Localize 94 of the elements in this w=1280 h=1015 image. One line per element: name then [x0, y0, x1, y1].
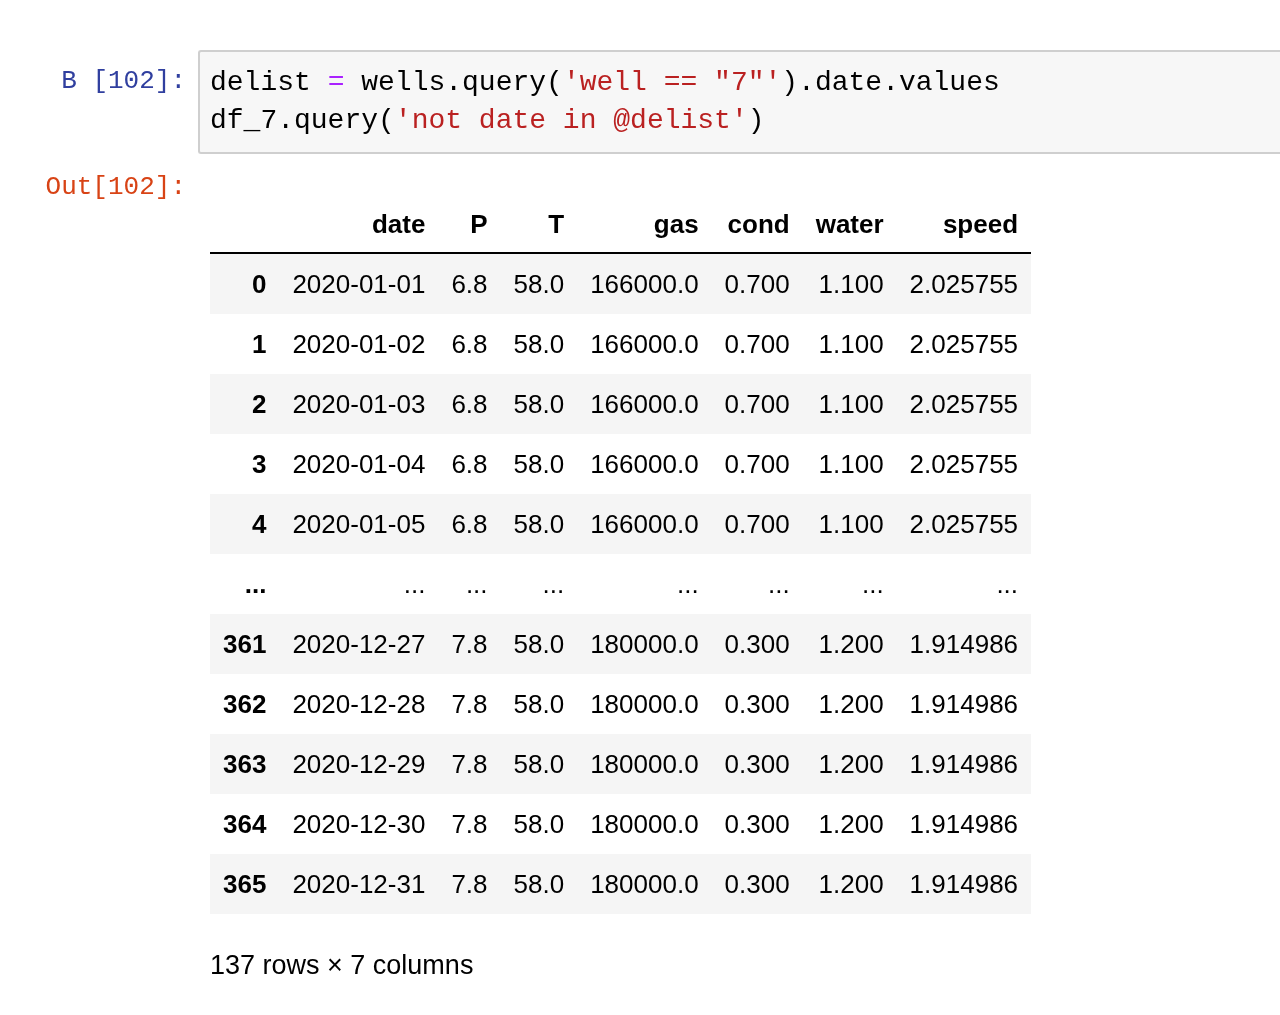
- table-cell: 1.914986: [896, 794, 1032, 854]
- table-cell: 2020-12-27: [279, 614, 439, 674]
- row-index: 363: [210, 734, 280, 794]
- table-cell: 166000.0: [577, 374, 712, 434]
- table-cell: 1.200: [802, 794, 897, 854]
- table-cell: 1.914986: [896, 734, 1032, 794]
- table-cell: 2020-01-01: [279, 253, 439, 314]
- table-cell: 0.700: [711, 374, 803, 434]
- table-cell: 1.200: [802, 734, 897, 794]
- table-cell: 6.8: [438, 253, 501, 314]
- row-index: 364: [210, 794, 280, 854]
- table-cell: 2.025755: [896, 314, 1032, 374]
- code-line: df_7.query('not date in @delist'): [210, 104, 765, 138]
- table-cell: 7.8: [438, 674, 501, 734]
- table-cell: 2.025755: [896, 434, 1032, 494]
- table-cell: ...: [279, 554, 439, 614]
- table-cell: 2020-12-30: [279, 794, 439, 854]
- table-cell: 58.0: [500, 253, 578, 314]
- table-cell: 1.100: [802, 434, 897, 494]
- input-prompt: В [102]:: [60, 65, 187, 96]
- table-cell: ...: [577, 554, 712, 614]
- row-index: ...: [210, 554, 280, 614]
- table-cell: 1.914986: [896, 854, 1032, 914]
- table-cell: ...: [438, 554, 501, 614]
- row-index: 3: [210, 434, 280, 494]
- table-cell: 2020-01-04: [279, 434, 439, 494]
- row-index: 2: [210, 374, 280, 434]
- table-cell: 2020-01-03: [279, 374, 439, 434]
- table-cell: 2020-12-28: [279, 674, 439, 734]
- table-cell: 166000.0: [577, 314, 712, 374]
- table-cell: 180000.0: [577, 674, 712, 734]
- table-cell: 0.300: [711, 734, 803, 794]
- table-cell: 180000.0: [577, 734, 712, 794]
- table-cell: 180000.0: [577, 614, 712, 674]
- table-cell: 2.025755: [896, 374, 1032, 434]
- row-index: 1: [210, 314, 280, 374]
- table-cell: 180000.0: [577, 794, 712, 854]
- table-cell: 0.700: [711, 494, 803, 554]
- table-cell: 1.914986: [896, 674, 1032, 734]
- code-editor[interactable]: delist = wells.query('well == "7"').date.values df_7.query('not date in @delist'): [198, 50, 1280, 154]
- table-cell: 0.700: [711, 314, 803, 374]
- row-index: 4: [210, 494, 280, 554]
- table-cell: 1.100: [802, 374, 897, 434]
- table-cell: 1.200: [802, 674, 897, 734]
- table-cell: 2.025755: [896, 494, 1032, 554]
- table-cell: 1.100: [802, 253, 897, 314]
- table-cell: 2020-01-02: [279, 314, 439, 374]
- table-cell: 0.700: [711, 434, 803, 494]
- table-cell: 58.0: [500, 314, 578, 374]
- table-cell: 58.0: [500, 614, 578, 674]
- table-cell: 1.200: [802, 614, 897, 674]
- table-cell: 58.0: [500, 794, 578, 854]
- table-cell: 0.300: [711, 854, 803, 914]
- table-cell: 2.025755: [896, 253, 1032, 314]
- table-cell: 7.8: [438, 734, 501, 794]
- table-cell: 7.8: [438, 854, 501, 914]
- row-index: 365: [210, 854, 280, 914]
- table-cell: 2020-12-29: [279, 734, 439, 794]
- table-cell: 58.0: [500, 734, 578, 794]
- table-cell: 58.0: [500, 434, 578, 494]
- table-cell: 6.8: [438, 374, 501, 434]
- table-cell: 2020-12-31: [279, 854, 439, 914]
- code-line: delist = wells.query('well == "7"').date.values: [210, 66, 1000, 100]
- row-index: 0: [210, 253, 280, 314]
- table-cell: 58.0: [500, 854, 578, 914]
- table-cell: 166000.0: [577, 494, 712, 554]
- table-cell: 1.200: [802, 854, 897, 914]
- table-cell: 6.8: [438, 434, 501, 494]
- row-index: 362: [210, 674, 280, 734]
- table-cell: 0.700: [711, 253, 803, 314]
- table-cell: 58.0: [500, 674, 578, 734]
- table-cell: 166000.0: [577, 434, 712, 494]
- table-cell: 7.8: [438, 794, 501, 854]
- row-index: 361: [210, 614, 280, 674]
- table-cell: 166000.0: [577, 253, 712, 314]
- table-cell: 0.300: [711, 794, 803, 854]
- table-cell: 180000.0: [577, 854, 712, 914]
- table-cell: 6.8: [438, 314, 501, 374]
- table-cell: 7.8: [438, 614, 501, 674]
- table-cell: 1.100: [802, 494, 897, 554]
- table-cell: ...: [896, 554, 1032, 614]
- table-cell: ...: [802, 554, 897, 614]
- table-cell: 58.0: [500, 494, 578, 554]
- output-prompt: Out[102]:: [44, 171, 187, 202]
- table-cell: 58.0: [500, 374, 578, 434]
- table-cell: 2020-01-05: [279, 494, 439, 554]
- table-cell: 1.100: [802, 314, 897, 374]
- table-cell: 6.8: [438, 494, 501, 554]
- table-cell: 0.300: [711, 614, 803, 674]
- table-cell: 0.300: [711, 674, 803, 734]
- table-cell: ...: [711, 554, 803, 614]
- table-cell: 1.914986: [896, 614, 1032, 674]
- table-summary: 137 rows × 7 columns: [210, 950, 474, 981]
- table-cell: ...: [500, 554, 578, 614]
